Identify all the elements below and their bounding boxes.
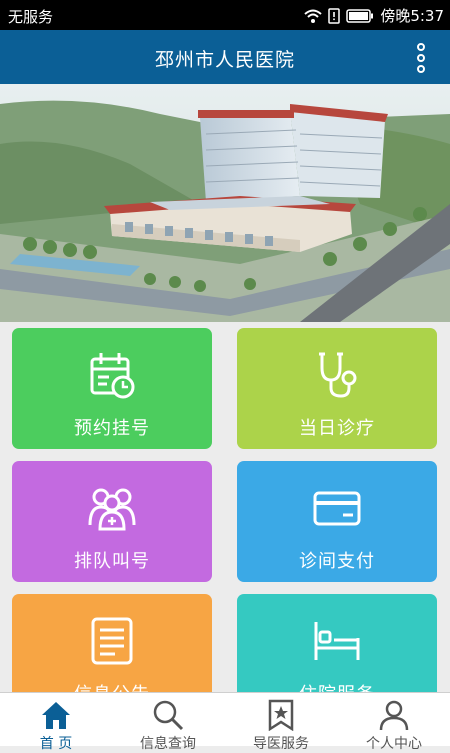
- tile-clinic-payment[interactable]: 诊间支付: [237, 461, 437, 582]
- tab-label: 信息查询: [140, 736, 196, 752]
- hospital-building-image: [0, 84, 450, 322]
- tile-today-treatment[interactable]: 当日诊疗: [237, 328, 437, 449]
- function-grid: 预约挂号 当日诊疗 排队叫号 诊间支付: [0, 322, 450, 692]
- notice-board-icon: [91, 617, 133, 665]
- tile-label: 预约挂号: [74, 418, 150, 439]
- tile-label: 信息公告: [12, 680, 212, 692]
- tab-label: 导医服务: [253, 736, 309, 752]
- tile-inpatient[interactable]: 住院服务: [237, 594, 437, 692]
- tab-guide-service[interactable]: 导医服务: [225, 693, 337, 752]
- people-queue-icon: [88, 488, 136, 531]
- tile-label: 住院服务: [237, 680, 437, 692]
- page-title: 邳州市人民医院: [154, 49, 295, 71]
- tab-label: 个人中心: [366, 736, 422, 752]
- clock-label: 傍晚5:37: [380, 7, 444, 25]
- bookmark-star-icon: [268, 699, 294, 731]
- tab-personal-center[interactable]: 个人中心: [338, 693, 450, 752]
- tile-announcements[interactable]: 信息公告: [12, 594, 212, 692]
- card-icon: [313, 491, 361, 526]
- home-icon: [42, 702, 70, 729]
- user-icon: [379, 700, 409, 731]
- battery-icon: [346, 8, 374, 23]
- hospital-bed-icon: [314, 622, 360, 660]
- tile-appointment[interactable]: 预约挂号: [12, 328, 212, 449]
- tile-queue[interactable]: 排队叫号: [12, 461, 212, 582]
- hospital-banner[interactable]: [0, 84, 450, 322]
- tab-info-query[interactable]: 信息查询: [112, 693, 224, 752]
- status-bar: 无服务 傍晚5:37: [0, 0, 450, 30]
- sim-alert-icon: [328, 7, 341, 24]
- search-icon: [153, 700, 184, 731]
- tile-label: 当日诊疗: [299, 418, 375, 439]
- tile-label: 排队叫号: [74, 551, 150, 572]
- bottom-tab-bar: 首 页 信息查询 导医服务 个人中心: [0, 692, 450, 752]
- calendar-clock-icon: [90, 353, 135, 399]
- wifi-icon: [304, 9, 322, 23]
- tile-label: 诊间支付: [299, 551, 375, 572]
- carrier-label: 无服务: [8, 8, 54, 26]
- tab-home[interactable]: 首 页: [0, 693, 112, 752]
- tab-label: 首 页: [39, 736, 73, 752]
- more-vertical-icon[interactable]: [414, 43, 428, 73]
- app-header: 邳州市人民医院: [0, 30, 450, 84]
- stethoscope-icon: [319, 352, 357, 398]
